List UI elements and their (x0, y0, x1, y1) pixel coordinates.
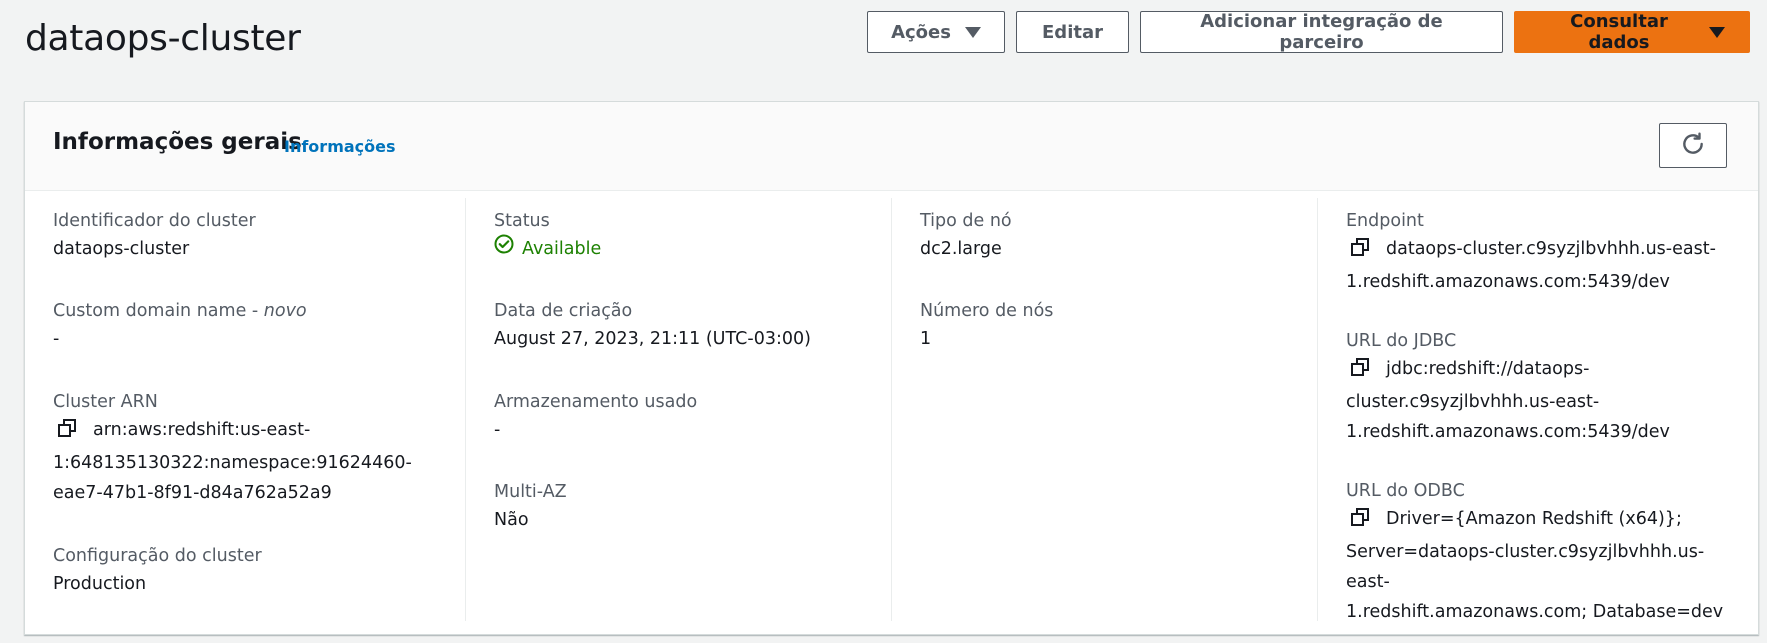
cluster-arn-value: arn:aws:redshift:us-east- 1:648135130322… (53, 418, 412, 503)
status-label: Status (494, 211, 550, 231)
multi-az-field: Multi-AZ Não (494, 479, 872, 535)
panel-header: Informações gerais Informações (25, 102, 1758, 191)
info-column-4: Endpoint dataops-cluster.c9syzjlbvhhh.us… (1317, 198, 1758, 622)
info-link[interactable]: Informações (284, 137, 396, 156)
cluster-arn-field: Cluster ARN arn:aws:redshift:us-east- 1:… (53, 389, 445, 508)
custom-domain-value: - (53, 329, 60, 349)
creation-date-label: Data de criação (494, 301, 633, 321)
custom-domain-field: Custom domain name - novo - (53, 298, 445, 354)
storage-used-value: - (494, 420, 501, 440)
creation-date-field: Data de criação August 27, 2023, 21:11 (… (494, 298, 872, 354)
node-type-label: Tipo de nó (920, 211, 1012, 231)
copy-icon[interactable] (57, 418, 77, 448)
status-available-icon (494, 234, 514, 264)
copy-icon[interactable] (1350, 237, 1370, 267)
info-column-3: Tipo de nó dc2.large Número de nós 1 (891, 198, 1318, 621)
node-count-value: 1 (920, 329, 932, 349)
cluster-id-label: Identificador do cluster (53, 211, 256, 231)
cluster-config-label: Configuração do cluster (53, 546, 262, 566)
caret-down-icon (964, 26, 981, 38)
odbc-url-label: URL do ODBC (1346, 481, 1465, 501)
cluster-config-field: Configuração do cluster Production (53, 543, 445, 599)
info-column-1: Identificador do cluster dataops-cluster… (25, 198, 465, 621)
refresh-button[interactable] (1659, 123, 1727, 168)
status-value: Available (494, 234, 872, 264)
storage-used-label: Armazenamento usado (494, 392, 698, 412)
odbc-url-value: Driver={Amazon Redshift (x64)}; Server=d… (1346, 507, 1724, 622)
info-grid: Identificador do cluster dataops-cluster… (25, 190, 1758, 634)
endpoint-field: Endpoint dataops-cluster.c9syzjlbvhhh.us… (1346, 208, 1738, 297)
jdbc-url-label: URL do JDBC (1346, 331, 1457, 351)
editar-button[interactable]: Editar (1016, 11, 1129, 53)
multi-az-value: Não (494, 510, 529, 530)
adicionar-label: Adicionar integração de parceiro (1200, 11, 1443, 53)
multi-az-label: Multi-AZ (494, 482, 567, 502)
storage-used-field: Armazenamento usado - (494, 389, 872, 445)
status-field: Status Available (494, 208, 872, 264)
endpoint-value: dataops-cluster.c9syzjlbvhhh.us-east- 1.… (1346, 237, 1716, 292)
jdbc-url-field: URL do JDBC jdbc:redshift://dataops- clu… (1346, 328, 1738, 447)
general-info-panel: Informações gerais Informações Identific… (24, 101, 1759, 635)
cluster-id-field: Identificador do cluster dataops-cluster (53, 208, 445, 264)
consultar-label: Consultar dados (1570, 11, 1668, 53)
node-count-field: Número de nós 1 (920, 298, 1298, 354)
copy-icon[interactable] (1350, 507, 1370, 537)
consultar-dados-button[interactable]: Consultar dados (1514, 11, 1750, 53)
cluster-arn-label: Cluster ARN (53, 392, 158, 412)
header-actions: Ações Editar Adicionar integração de par… (867, 11, 1750, 53)
page-title: dataops-cluster (25, 18, 301, 59)
caret-down-icon (1709, 26, 1725, 38)
refresh-icon (1680, 131, 1706, 160)
endpoint-label: Endpoint (1346, 211, 1424, 231)
adicionar-integracao-button[interactable]: Adicionar integração de parceiro (1140, 11, 1503, 53)
jdbc-url-value: jdbc:redshift://dataops- cluster.c9syzjl… (1346, 357, 1670, 442)
custom-domain-label: Custom domain name - novo (53, 301, 307, 321)
cluster-config-value: Production (53, 574, 147, 594)
creation-date-value: August 27, 2023, 21:11 (UTC-03:00) (494, 329, 811, 349)
cluster-id-value: dataops-cluster (53, 239, 190, 259)
odbc-url-field: URL do ODBC Driver={Amazon Redshift (x64… (1346, 478, 1738, 627)
copy-icon[interactable] (1350, 357, 1370, 387)
acoes-button[interactable]: Ações (867, 11, 1005, 53)
node-type-value: dc2.large (920, 239, 1002, 259)
panel-title: Informações gerais (53, 129, 302, 155)
new-tag: novo (263, 301, 307, 321)
info-column-2: Status Available Data de criação August … (465, 198, 892, 621)
node-count-label: Número de nós (920, 301, 1054, 321)
editar-label: Editar (1042, 21, 1103, 43)
acoes-label: Ações (891, 21, 951, 43)
node-type-field: Tipo de nó dc2.large (920, 208, 1298, 264)
